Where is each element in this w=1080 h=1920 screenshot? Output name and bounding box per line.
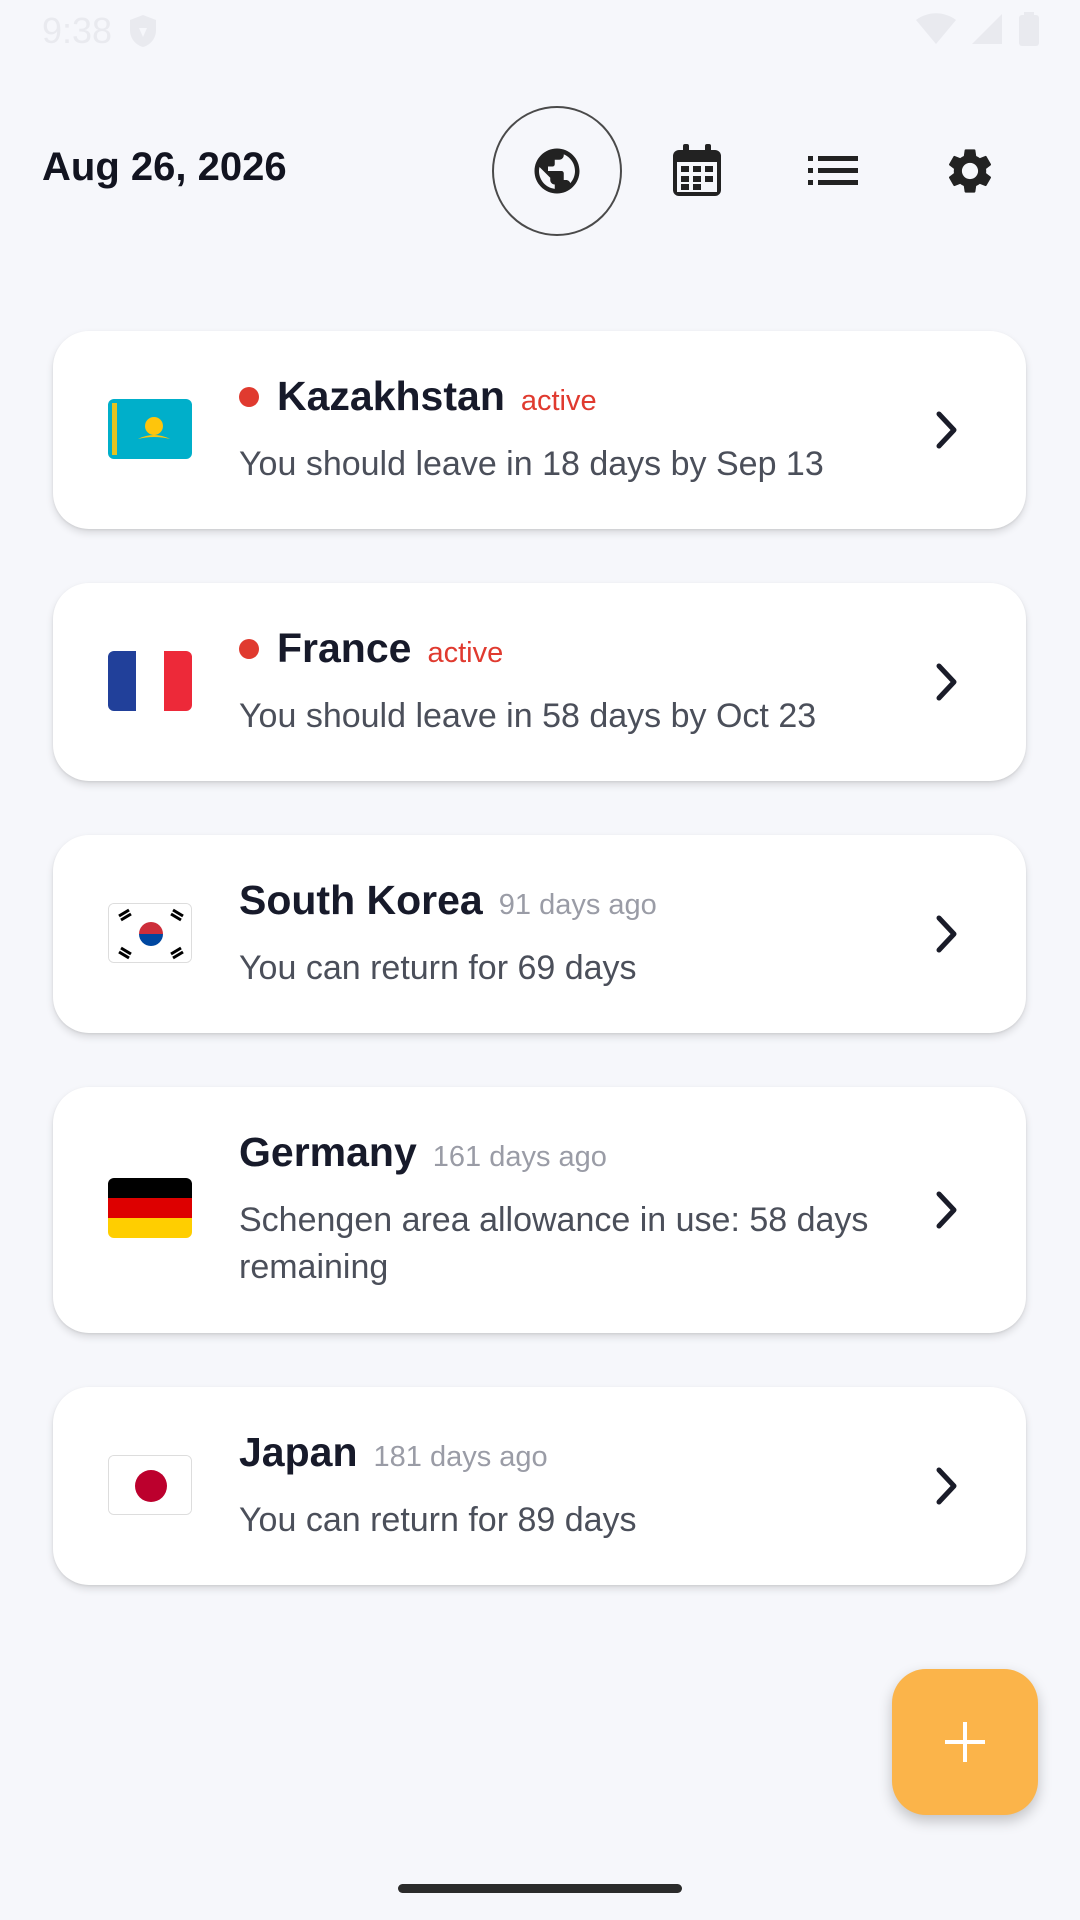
trip-title-row: Germany 161 days ago	[239, 1129, 607, 1176]
trip-title-row: France active	[239, 625, 503, 672]
japan-flag	[108, 1455, 192, 1515]
country-name: Japan	[239, 1429, 358, 1475]
trip-title-row: South Korea 91 days ago	[239, 877, 657, 924]
status-bar: 9:38	[0, 0, 1080, 60]
gear-icon	[948, 149, 992, 193]
trip-card-france[interactable]: France active You should leave in 58 day…	[53, 583, 1026, 781]
globe-nav-button[interactable]	[492, 106, 622, 236]
trip-description: You should leave in 18 days by Sep 13	[239, 445, 824, 483]
trip-card-south-korea[interactable]: South Korea 91 days ago You can return f…	[53, 835, 1026, 1033]
status-time: 9:38	[42, 10, 113, 51]
last-visit-label: 181 days ago	[373, 1441, 548, 1473]
calendar-icon	[673, 144, 721, 196]
globe-icon	[534, 148, 580, 194]
country-name: Germany	[239, 1129, 417, 1175]
trip-description: You can return for 69 days	[239, 949, 637, 987]
country-name: South Korea	[239, 877, 483, 923]
settings-nav-button[interactable]	[905, 106, 1035, 236]
battery-icon	[1018, 12, 1040, 51]
trip-title-row: Japan 181 days ago	[239, 1429, 548, 1476]
trip-description: You can return for 89 days	[239, 1501, 637, 1539]
chevron-right-icon	[936, 663, 957, 701]
status-icons	[916, 12, 1040, 51]
list-icon	[808, 156, 858, 185]
germany-flag	[108, 1178, 192, 1238]
status-badge: active	[427, 637, 504, 669]
trip-card-japan[interactable]: Japan 181 days ago You can return for 89…	[53, 1387, 1026, 1585]
chevron-right-icon	[936, 1467, 957, 1505]
active-indicator	[239, 638, 259, 659]
plus-icon	[945, 1722, 985, 1762]
last-visit-label: 91 days ago	[498, 889, 657, 921]
list-nav-button[interactable]	[768, 106, 898, 236]
active-indicator	[239, 386, 259, 407]
shield-icon	[128, 14, 158, 53]
country-name: France	[277, 625, 412, 671]
screen: 9:38 Aug 26, 2026 Kazakhstan active You …	[0, 0, 1080, 1920]
country-name: Kazakhstan	[277, 373, 505, 419]
france-flag	[108, 651, 192, 711]
status-badge: active	[520, 385, 597, 417]
chevron-right-icon	[936, 915, 957, 953]
kazakhstan-flag	[108, 399, 192, 459]
last-visit-label: 161 days ago	[432, 1141, 607, 1173]
signal-icon	[970, 12, 1004, 51]
south-korea-flag	[108, 903, 192, 963]
trip-title-row: Kazakhstan active	[239, 373, 597, 420]
wifi-icon	[916, 13, 956, 50]
calendar-nav-button[interactable]	[632, 106, 762, 236]
trip-card-germany[interactable]: Germany 161 days ago Schengen area allow…	[53, 1087, 1026, 1333]
add-trip-button[interactable]	[892, 1669, 1038, 1815]
chevron-right-icon	[936, 411, 957, 449]
trip-description: Schengen area allowance in use: 58 days …	[239, 1201, 869, 1286]
home-indicator[interactable]	[398, 1884, 682, 1893]
chevron-right-icon	[936, 1191, 957, 1229]
page-title: Aug 26, 2026	[42, 145, 287, 189]
trip-card-kazakhstan[interactable]: Kazakhstan active You should leave in 18…	[53, 331, 1026, 529]
trip-description: You should leave in 58 days by Oct 23	[239, 697, 817, 735]
